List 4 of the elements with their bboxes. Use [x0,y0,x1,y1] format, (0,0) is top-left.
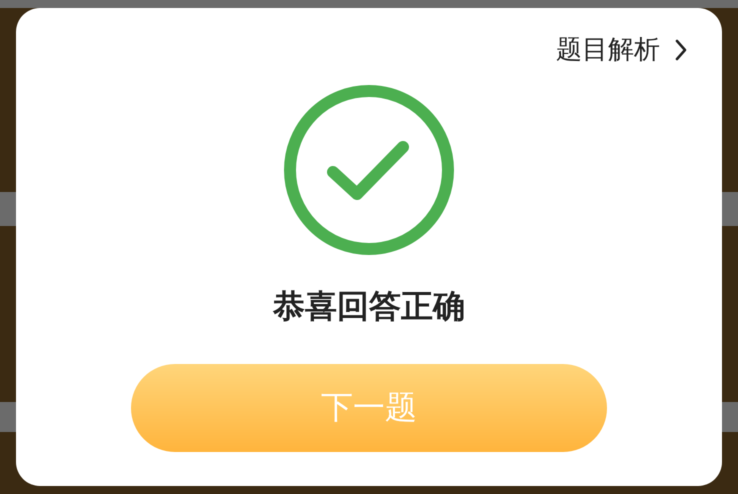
analysis-link[interactable]: 题目解析 [556,32,688,68]
result-message: 恭喜回答正确 [273,286,465,327]
chevron-right-icon [674,38,688,62]
check-circle-icon [283,84,455,256]
